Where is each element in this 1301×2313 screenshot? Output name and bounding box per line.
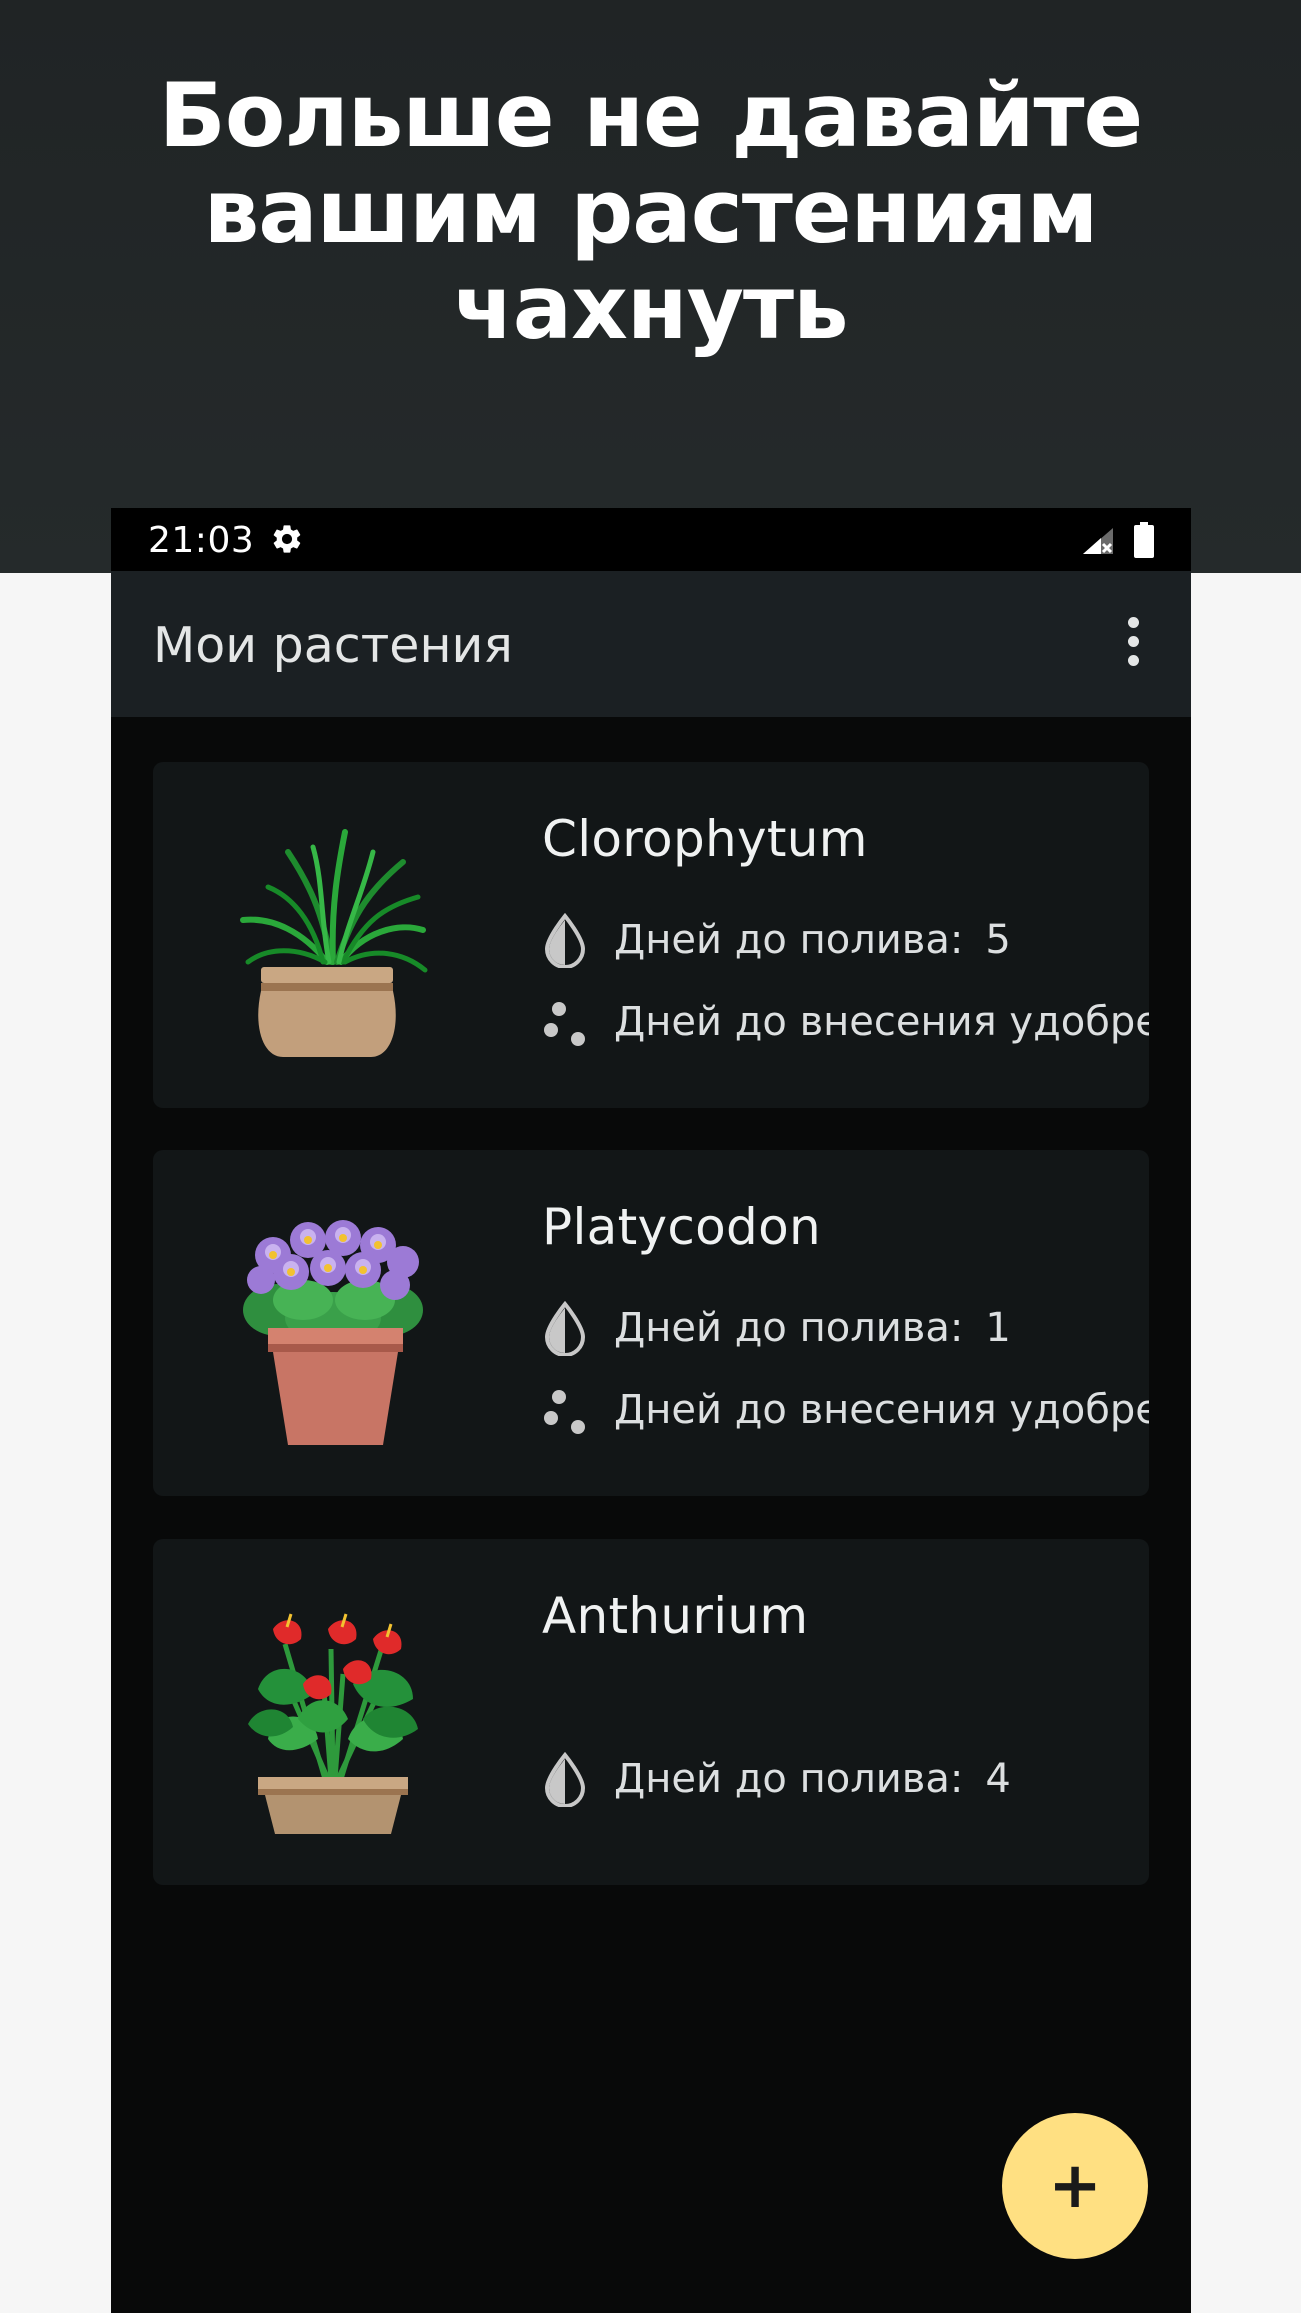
watering-days: 1 xyxy=(985,1305,1011,1351)
plant-name: Platycodon xyxy=(542,1198,821,1256)
fertilizer-icon xyxy=(544,1002,585,1046)
add-plant-button[interactable]: + xyxy=(1002,2113,1148,2259)
phone-screen: 21:03 Мои растения Clorophytum Дней до п… xyxy=(111,508,1191,2313)
platycodon-image xyxy=(243,1220,423,1445)
promo-banner: Больше не давайте вашим растениям чахнут… xyxy=(0,0,1301,573)
watering-label: Дней до полива: xyxy=(614,1756,964,1802)
gear-icon xyxy=(273,525,301,553)
fertilizer-label: Дней до внесения удобрений: xyxy=(614,1387,1149,1433)
watering-row: Дней до полива: 1 xyxy=(542,1298,1011,1358)
plant-card-platycodon[interactable]: Platycodon Дней до полива: 1 Дней до вне… xyxy=(153,1150,1149,1496)
watering-row: Дней до полива: 4 xyxy=(542,1749,1011,1809)
promo-headline-line2: вашим растениям чахнуть xyxy=(203,160,1099,359)
fertilizer-row: Дней до внесения удобрений: xyxy=(542,992,1149,1052)
watering-days: 4 xyxy=(985,1756,1011,1802)
watering-days: 5 xyxy=(985,917,1011,963)
battery-icon xyxy=(1134,522,1154,558)
plant-card-anthurium[interactable]: Anthurium Дней до полива: 4 xyxy=(153,1539,1149,1885)
app-bar: Мои растения xyxy=(111,571,1191,717)
promo-headline-line1: Больше не давайте xyxy=(158,64,1143,167)
watering-row: Дней до полива: 5 xyxy=(542,910,1011,970)
fertilizer-label: Дней до внесения удобрений: xyxy=(614,999,1149,1045)
water-drop-icon xyxy=(544,912,586,968)
water-drop-icon xyxy=(544,1751,586,1807)
plant-card-clorophytum[interactable]: Clorophytum Дней до полива: 5 Дней до вн… xyxy=(153,762,1149,1108)
plant-name: Anthurium xyxy=(542,1587,809,1645)
signal-icon xyxy=(1083,528,1113,554)
anthurium-image xyxy=(248,1613,418,1834)
status-bar: 21:03 xyxy=(111,508,1191,571)
watering-label: Дней до полива: xyxy=(614,1305,964,1351)
plant-name: Clorophytum xyxy=(542,810,868,868)
page-title: Мои растения xyxy=(153,617,513,674)
promo-headline: Больше не давайте вашим растениям чахнут… xyxy=(0,68,1301,356)
fertilizer-row: Дней до внесения удобрений: xyxy=(542,1380,1149,1440)
clorophytum-image xyxy=(240,829,428,1057)
water-drop-icon xyxy=(544,1300,586,1356)
status-time: 21:03 xyxy=(148,520,255,561)
more-vert-icon[interactable] xyxy=(1115,609,1151,673)
fertilizer-icon xyxy=(544,1390,585,1434)
watering-label: Дней до полива: xyxy=(614,917,964,963)
